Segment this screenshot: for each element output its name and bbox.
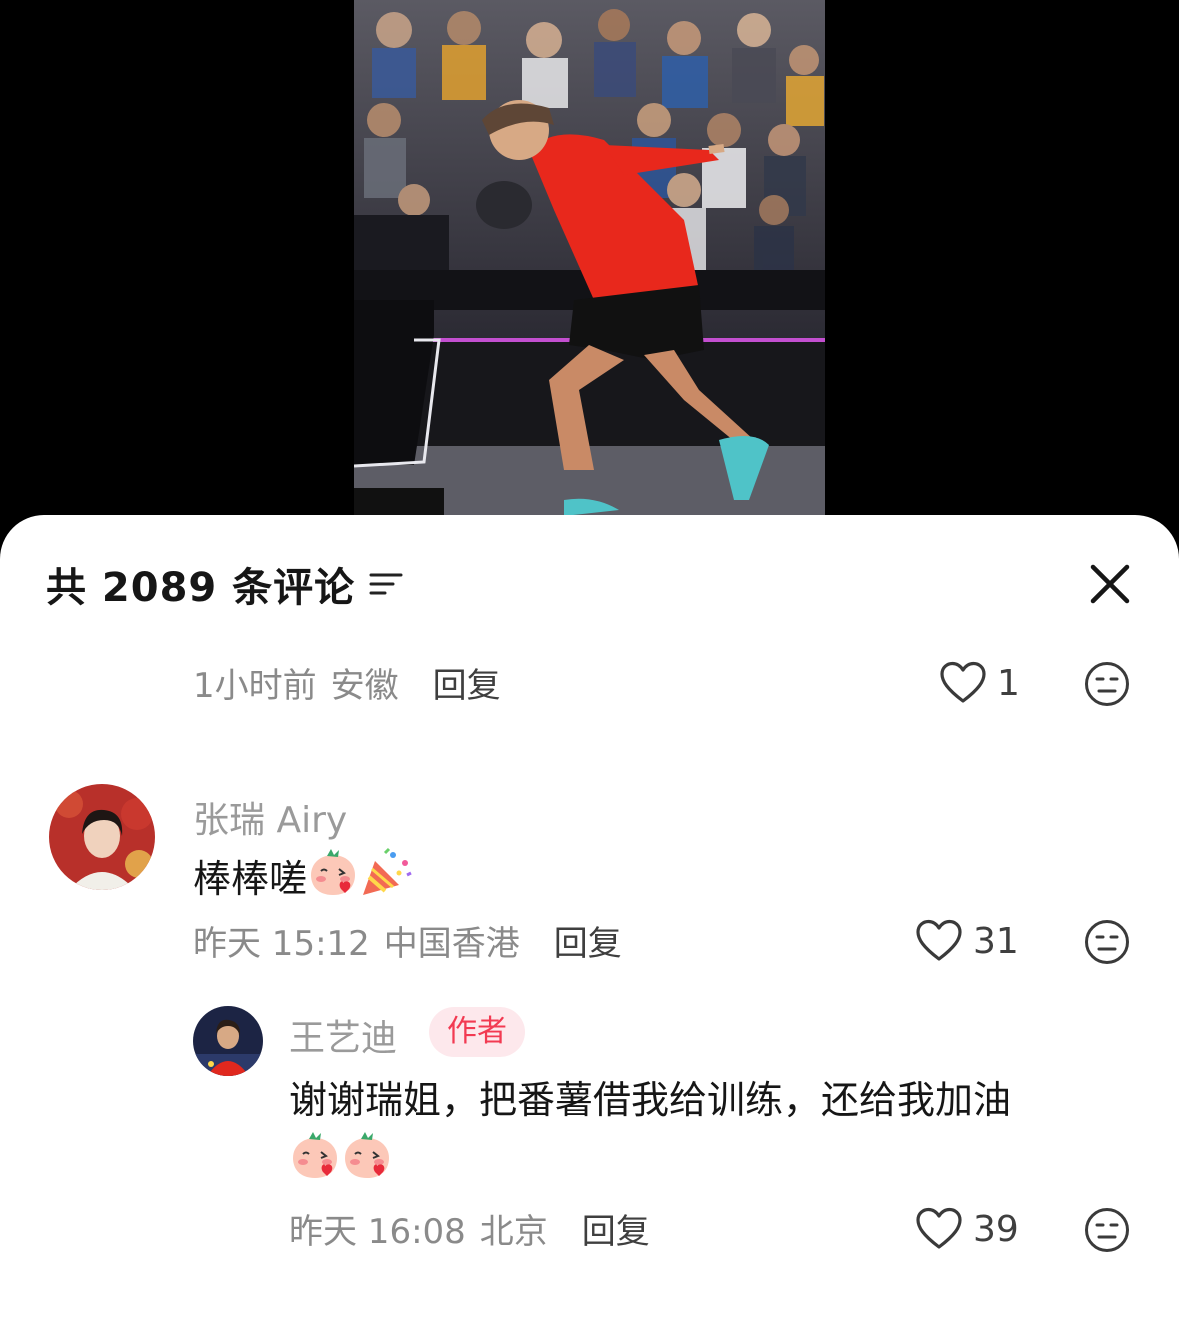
heart-icon[interactable] <box>915 1207 963 1251</box>
reply-button[interactable]: 回复 <box>554 916 622 965</box>
comment-username[interactable]: 张瑞 Airy <box>193 791 347 843</box>
comment-time: 1小时前 <box>193 665 317 706</box>
comment-username[interactable]: 王艺迪 <box>289 1009 397 1061</box>
comment-header: 共 2089 条评论 <box>46 559 403 611</box>
comment-meta: 1小时前 安徽 回复 <box>193 658 501 707</box>
like-button[interactable]: 31 <box>915 919 1019 963</box>
close-button[interactable] <box>1089 563 1131 605</box>
comment-time: 昨天 15:12 <box>193 923 370 964</box>
comment-time: 昨天 16:08 <box>289 1211 466 1252</box>
blush-peach-emoji <box>341 1130 393 1199</box>
video-player[interactable] <box>0 0 1179 540</box>
like-count: 31 <box>973 920 1019 962</box>
like-button[interactable]: 39 <box>915 1207 1019 1251</box>
comment-text: 棒棒嗟 <box>193 847 413 916</box>
heart-icon[interactable] <box>915 919 963 963</box>
avatar[interactable] <box>49 784 155 890</box>
comment-body: 谢谢瑞姐，把番薯借我给训练，还给我加油 <box>289 1078 1012 1122</box>
comment-meta: 昨天 16:08 北京 回复 <box>289 1204 650 1253</box>
sort-filter-icon[interactable] <box>369 569 403 599</box>
comment-body: 棒棒嗟 <box>193 857 308 901</box>
video-frame[interactable] <box>354 0 825 516</box>
reply-button[interactable]: 回复 <box>433 658 501 707</box>
like-button[interactable]: 1 <box>939 661 1020 705</box>
like-count: 1 <box>997 662 1020 704</box>
heart-icon[interactable] <box>939 661 987 705</box>
comment-sheet: 共 2089 条评论 1小时前 安徽 回复 1 张瑞 Airy 棒棒嗟 昨天 1… <box>0 515 1179 1319</box>
dislike-face-icon[interactable] <box>1084 1207 1130 1253</box>
comment-text: 谢谢瑞姐，把番薯借我给训练，还给我加油 <box>289 1070 1109 1199</box>
dislike-face-icon[interactable] <box>1084 661 1130 707</box>
comment-meta: 昨天 15:12 中国香港 回复 <box>193 916 622 965</box>
close-icon[interactable] <box>1089 563 1131 605</box>
comment-count-title: 共 2089 条评论 <box>46 565 356 611</box>
avatar[interactable] <box>193 1006 263 1076</box>
reply-button[interactable]: 回复 <box>582 1204 650 1253</box>
blush-peach-emoji <box>307 847 359 916</box>
comment-location: 中国香港 <box>383 923 520 964</box>
like-count: 39 <box>973 1208 1019 1250</box>
dislike-face-icon[interactable] <box>1084 919 1130 965</box>
blush-peach-emoji <box>289 1130 341 1199</box>
party-popper-emoji <box>359 847 413 916</box>
comment-location: 北京 <box>479 1211 548 1252</box>
author-badge: 作者 <box>429 1007 525 1057</box>
table-tennis-player-image <box>354 0 825 516</box>
comment-location: 安徽 <box>330 665 399 706</box>
